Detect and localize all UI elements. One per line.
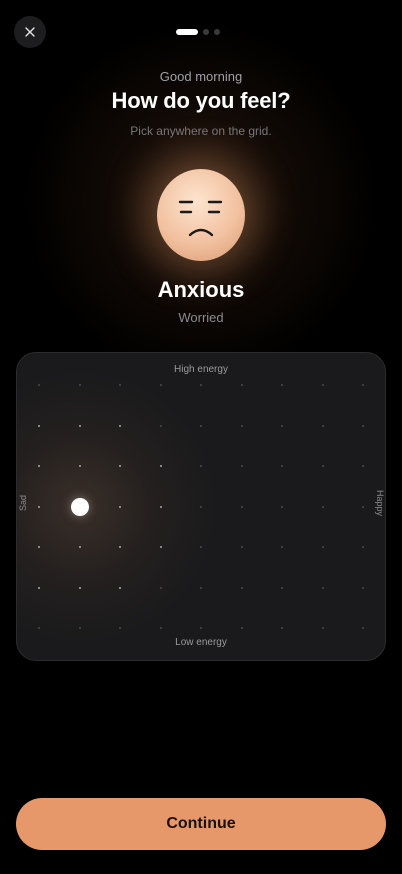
grid-dot [240, 505, 243, 508]
axis-label-low-energy: Low energy [175, 637, 227, 648]
grid-dot [159, 627, 162, 629]
grid-dot [78, 424, 81, 427]
grid-dot [78, 627, 81, 629]
grid-dot [362, 465, 364, 467]
grid-dot [240, 546, 243, 548]
grid-dot [362, 627, 364, 629]
mood-sublabel: Worried [178, 310, 224, 325]
selection-glow [17, 357, 230, 657]
grid-dot [159, 465, 162, 467]
close-icon [25, 27, 35, 37]
page-dot-active [176, 29, 198, 35]
grid-dot [240, 424, 243, 427]
grid-dot [281, 384, 283, 386]
grid-dot [200, 505, 202, 508]
page-dot [214, 29, 220, 35]
grid-dot [38, 465, 40, 467]
axis-label-sad: Sad [18, 494, 29, 512]
grid-dot [281, 546, 283, 548]
grid-dot [321, 384, 324, 386]
grid-dot [119, 546, 121, 548]
page-indicator [176, 29, 220, 35]
grid-dot [159, 424, 162, 427]
grid-dot [119, 384, 121, 386]
grid-dot [159, 384, 162, 386]
close-button[interactable] [14, 16, 46, 48]
page-title: How do you feel? [111, 88, 291, 113]
grid-dot [281, 424, 283, 427]
grid-dot [200, 424, 202, 427]
grid-dot [281, 627, 283, 629]
grid-dot [200, 586, 202, 589]
grid-dot [78, 384, 81, 386]
grid-dot [362, 384, 364, 386]
grid-dot [38, 586, 40, 589]
grid-dot [321, 546, 324, 548]
grid-dot [200, 384, 202, 386]
grid-dot [240, 627, 243, 629]
grid-dot [78, 465, 81, 467]
continue-button[interactable]: Continue [16, 798, 386, 850]
grid-dot [321, 505, 324, 508]
grid-dot [119, 505, 121, 508]
grid-dot [159, 546, 162, 548]
grid-dot [281, 505, 283, 508]
grid-dot [321, 627, 324, 629]
grid-dot [38, 627, 40, 629]
grid-dot [321, 424, 324, 427]
grid-dot [159, 586, 162, 589]
axis-label-high-energy: High energy [174, 364, 228, 375]
grid-dot [78, 586, 81, 589]
grid-dot [362, 586, 364, 589]
grid-dot [38, 546, 40, 548]
grid-dot [38, 384, 40, 386]
grid-dot [362, 424, 364, 427]
grid-dot [38, 424, 40, 427]
mood-selector-handle[interactable] [70, 497, 89, 516]
mood-grid[interactable]: High energy Low energy Sad Happy [16, 352, 386, 661]
page-dot [203, 29, 209, 35]
grid-dot [321, 586, 324, 589]
grid-dot [200, 465, 202, 467]
grid-dot [321, 465, 324, 467]
axis-label-happy: Happy [374, 489, 385, 517]
grid-dot [200, 546, 202, 548]
instruction-text: Pick anywhere on the grid. [130, 124, 272, 138]
mood-face-icon [157, 169, 245, 261]
grid-dot [119, 424, 121, 427]
greeting-text: Good morning [159, 69, 243, 84]
grid-dot [159, 505, 162, 508]
grid-dot [240, 465, 243, 467]
grid-dot [78, 546, 81, 548]
grid-dot [281, 586, 283, 589]
grid-dot [200, 627, 202, 629]
mood-label: Anxious [157, 277, 245, 302]
grid-dot [119, 465, 121, 467]
grid-dot [240, 384, 243, 386]
grid-dot [362, 505, 364, 508]
grid-dot [240, 586, 243, 589]
grid-dot [281, 465, 283, 467]
grid-dot [119, 627, 121, 629]
grid-dot [38, 505, 40, 508]
grid-dot [362, 546, 364, 548]
grid-dot [119, 586, 121, 589]
